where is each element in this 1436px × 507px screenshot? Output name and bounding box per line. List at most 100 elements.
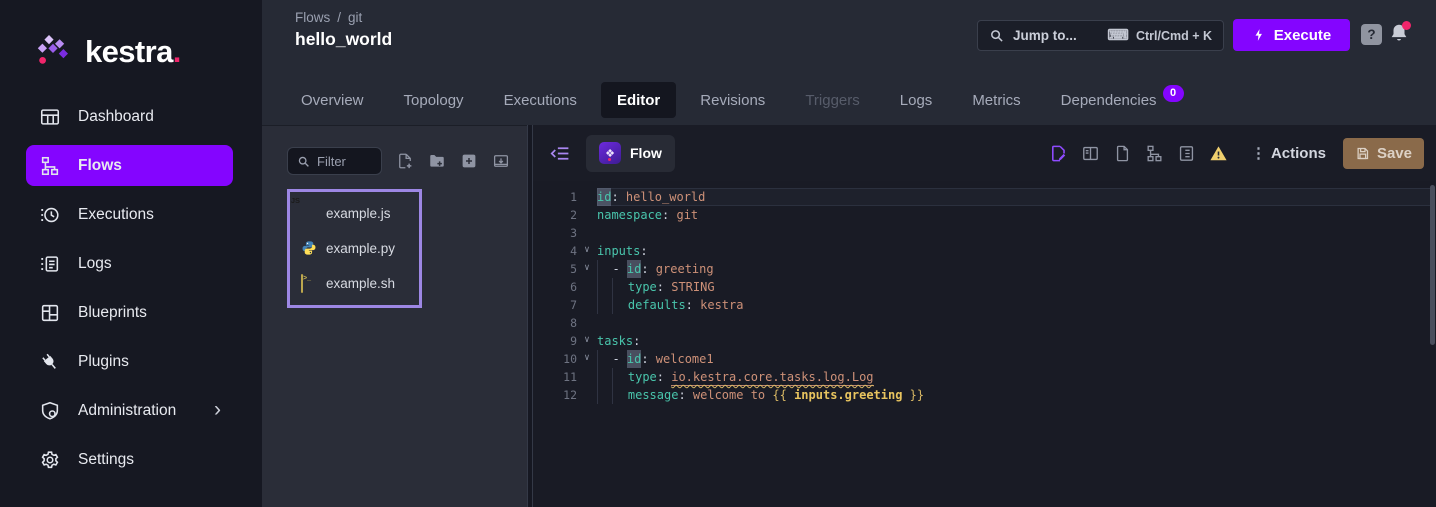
tab-topology[interactable]: Topology: [388, 82, 480, 118]
fold-gutter: [577, 188, 597, 206]
collapse-sidebar-icon[interactable]: [550, 143, 571, 164]
code-line-3[interactable]: 3: [533, 224, 1436, 242]
sidebar-item-plugins[interactable]: Plugins: [26, 341, 233, 382]
line-number: 2: [533, 206, 577, 224]
sidebar-item-flows[interactable]: Flows: [26, 145, 233, 186]
plugins-icon: [39, 351, 61, 373]
fold-chevron-icon[interactable]: ∨: [577, 350, 597, 368]
tab-dependencies[interactable]: Dependencies 0: [1045, 82, 1200, 118]
code-line-9[interactable]: 9∨tasks:: [533, 332, 1436, 350]
jump-to-placeholder: Jump to...: [1013, 28, 1077, 43]
breadcrumb-flows[interactable]: Flows: [295, 10, 330, 25]
tree-icon[interactable]: [1145, 144, 1164, 163]
search-icon: [297, 155, 310, 168]
settings-icon: [39, 449, 61, 471]
yaml-editor[interactable]: 1id: hello_world2namespace: git34∨inputs…: [533, 181, 1436, 404]
code-line-5[interactable]: 5∨- id: greeting: [533, 260, 1436, 278]
page-header: Flows/git hello_world Jump to... ⌨ Ctrl/…: [262, 0, 1436, 75]
code-line-4[interactable]: 4∨inputs:: [533, 242, 1436, 260]
flow-tab-bar: Overview Topology Executions Editor Revi…: [262, 75, 1436, 125]
file-list-selection: example.js example.py example.sh: [287, 189, 422, 308]
executions-icon: [39, 204, 61, 226]
sidebar-item-administration[interactable]: Administration ›: [26, 390, 233, 431]
file-item-example.js[interactable]: example.js: [301, 201, 419, 225]
shortcut-hint: ⌨ Ctrl/Cmd + K: [1107, 28, 1212, 43]
help-button[interactable]: ?: [1361, 24, 1382, 45]
file-edit-icon[interactable]: [1049, 144, 1068, 163]
floppy-icon: [1355, 146, 1370, 161]
tab-revisions[interactable]: Revisions: [684, 82, 781, 118]
sidebar-item-blueprints[interactable]: Blueprints: [26, 292, 233, 333]
page-title: hello_world: [295, 29, 392, 50]
fold-gutter: [577, 224, 597, 242]
blueprints-icon: [39, 302, 61, 324]
line-number: 8: [533, 314, 577, 332]
tab-metrics[interactable]: Metrics: [956, 82, 1036, 118]
editor-toolbar: ❖ Flow ⋮ Actions Save: [533, 125, 1436, 181]
file-icon[interactable]: [1113, 144, 1132, 163]
code-line-8[interactable]: 8: [533, 314, 1436, 332]
sidebar: kestra. Dashboard Flows Executions Logs …: [0, 0, 262, 507]
kestra-logo-icon: [36, 33, 72, 69]
tab-logs[interactable]: Logs: [884, 82, 949, 118]
fold-chevron-icon[interactable]: ∨: [577, 332, 597, 350]
logs-icon: [39, 253, 61, 275]
import-icon[interactable]: [492, 152, 510, 170]
code-line-12[interactable]: 12message: welcome to {{ inputs.greeting…: [533, 386, 1436, 404]
add-icon[interactable]: [460, 152, 478, 170]
administration-icon: [39, 400, 61, 422]
dashboard-icon: [39, 106, 61, 128]
filter-placeholder: Filter: [317, 154, 346, 169]
filter-input[interactable]: Filter: [287, 147, 382, 175]
new-folder-icon[interactable]: [428, 152, 446, 170]
file-explorer: Filter example.js example.py example.sh: [262, 125, 527, 507]
fold-chevron-icon[interactable]: ∨: [577, 260, 597, 278]
notifications-bell-icon[interactable]: [1388, 22, 1410, 46]
editor-toolbar-icons: [1049, 144, 1228, 163]
editor-tab-flow[interactable]: ❖ Flow: [586, 135, 675, 172]
line-number: 4: [533, 242, 577, 260]
sidebar-item-executions[interactable]: Executions: [26, 194, 233, 235]
code-line-6[interactable]: 6type: STRING: [533, 278, 1436, 296]
sidebar-item-dashboard[interactable]: Dashboard: [26, 96, 233, 137]
execute-button[interactable]: Execute: [1233, 19, 1350, 51]
new-file-icon[interactable]: [396, 152, 414, 170]
fold-gutter: [577, 368, 597, 386]
code-editor-pane: ❖ Flow ⋮ Actions Save 1id: hello_world2n…: [533, 125, 1436, 507]
warning-icon[interactable]: [1209, 144, 1228, 163]
fold-gutter: [577, 296, 597, 314]
flow-tab-icon: ❖: [599, 142, 621, 164]
flows-icon: [39, 155, 61, 177]
kestra-logo[interactable]: kestra.: [36, 33, 262, 69]
code-line-2[interactable]: 2namespace: git: [533, 206, 1436, 224]
jump-to-search[interactable]: Jump to... ⌨ Ctrl/Cmd + K: [977, 20, 1224, 51]
code-line-7[interactable]: 7defaults: kestra: [533, 296, 1436, 314]
file-list-icon[interactable]: [1177, 144, 1196, 163]
tab-overview[interactable]: Overview: [285, 82, 380, 118]
chevron-right-icon: ›: [214, 399, 221, 423]
file-item-example.sh[interactable]: example.sh: [301, 271, 419, 295]
breadcrumb: Flows/git: [295, 10, 362, 25]
save-button[interactable]: Save: [1343, 138, 1424, 169]
book-icon[interactable]: [1081, 144, 1100, 163]
breadcrumb-namespace[interactable]: git: [348, 10, 362, 25]
py-file-icon: [301, 240, 317, 256]
line-number: 12: [533, 386, 577, 404]
actions-menu-button[interactable]: ⋮ Actions: [1251, 144, 1326, 162]
code-line-11[interactable]: 11type: io.kestra.core.tasks.log.Log: [533, 368, 1436, 386]
code-line-1[interactable]: 1id: hello_world: [533, 188, 1436, 206]
code-line-10[interactable]: 10∨- id: welcome1: [533, 350, 1436, 368]
sidebar-item-settings[interactable]: Settings: [26, 439, 233, 480]
search-icon: [989, 28, 1004, 43]
line-number: 9: [533, 332, 577, 350]
editor-scrollbar[interactable]: [1430, 185, 1435, 345]
fold-chevron-icon[interactable]: ∨: [577, 242, 597, 260]
tab-executions[interactable]: Executions: [488, 82, 593, 118]
file-item-example.py[interactable]: example.py: [301, 236, 419, 260]
tab-triggers[interactable]: Triggers: [789, 82, 875, 118]
line-number: 6: [533, 278, 577, 296]
tab-editor[interactable]: Editor: [601, 82, 676, 118]
line-number: 10: [533, 350, 577, 368]
sidebar-item-logs[interactable]: Logs: [26, 243, 233, 284]
keyboard-icon: ⌨: [1107, 28, 1129, 43]
